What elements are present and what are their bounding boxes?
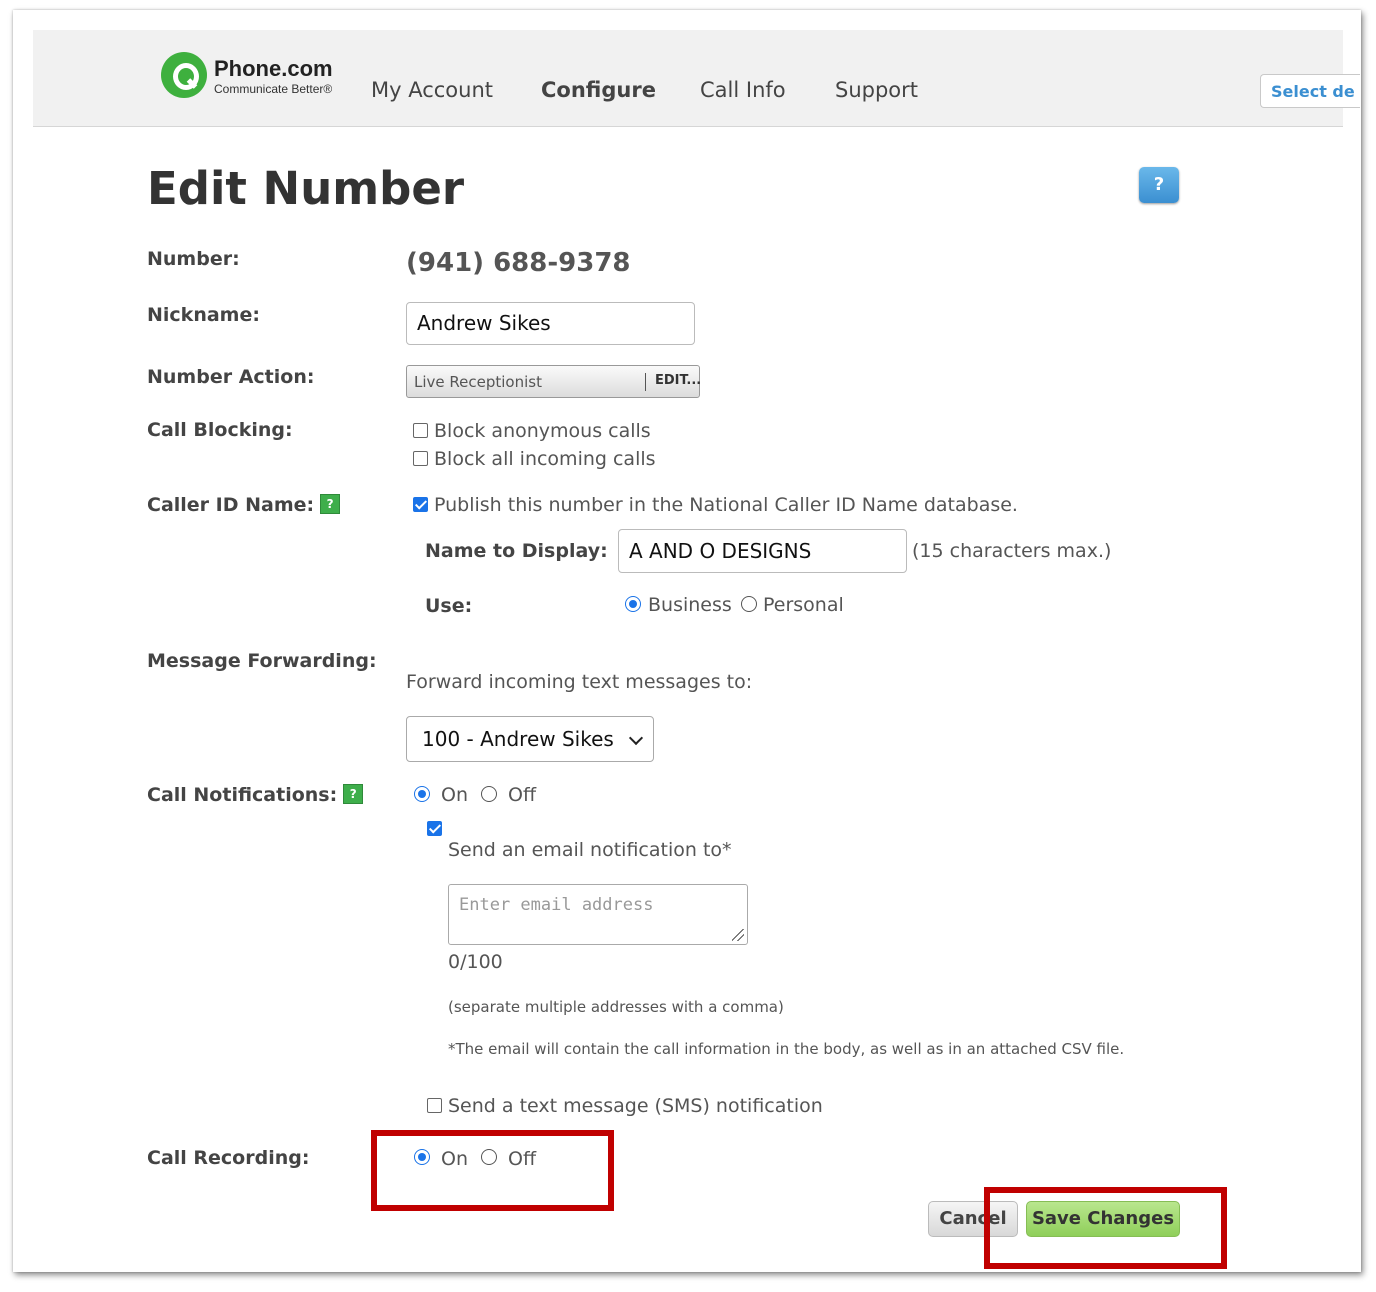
caller-id-label: Caller ID Name:? bbox=[147, 494, 341, 516]
notifications-on-label: On bbox=[441, 784, 468, 806]
name-to-display-input[interactable]: A AND O DESIGNS bbox=[618, 529, 907, 573]
chevron-down-icon bbox=[628, 730, 644, 746]
number-action-divider bbox=[645, 373, 646, 391]
block-all-checkbox[interactable] bbox=[413, 451, 428, 466]
email-notification-checkbox[interactable] bbox=[427, 821, 442, 836]
email-char-counter: 0/100 bbox=[448, 951, 503, 973]
nickname-input[interactable]: Andrew Sikes bbox=[406, 302, 695, 345]
use-personal-radio[interactable] bbox=[741, 596, 757, 612]
call-notifications-label-text: Call Notifications: bbox=[147, 784, 338, 806]
forward-select-value: 100 - Andrew Sikes bbox=[422, 727, 614, 751]
brand-name: Phone.com bbox=[214, 56, 333, 81]
use-business-label: Business bbox=[648, 594, 732, 616]
use-business-radio[interactable] bbox=[625, 596, 641, 612]
call-recording-highlight-box bbox=[371, 1130, 614, 1211]
call-notifications-label: Call Notifications:? bbox=[147, 784, 364, 806]
number-action-label: Number Action: bbox=[147, 366, 315, 388]
select-device-button[interactable]: Select de bbox=[1260, 74, 1360, 108]
caller-id-label-text: Caller ID Name: bbox=[147, 494, 315, 516]
sms-notification-label: Send a text message (SMS) notification bbox=[448, 1095, 823, 1117]
publish-caller-id-label: Publish this number in the National Call… bbox=[434, 494, 1018, 516]
save-changes-highlight-box bbox=[984, 1187, 1227, 1269]
notifications-off-label: Off bbox=[508, 784, 537, 806]
brand-tagline: Communicate Better® bbox=[214, 82, 333, 96]
use-personal-label: Personal bbox=[763, 594, 844, 616]
use-label: Use: bbox=[425, 595, 473, 617]
sms-notification-checkbox[interactable] bbox=[427, 1098, 442, 1113]
notifications-on-radio[interactable] bbox=[414, 786, 430, 802]
nav-support[interactable]: Support bbox=[835, 78, 918, 102]
nav-configure[interactable]: Configure bbox=[541, 78, 656, 102]
email-notification-label: Send an email notification to* bbox=[448, 839, 732, 861]
number-action-value: Live Receptionist bbox=[414, 373, 542, 391]
name-to-display-hint: (15 characters max.) bbox=[912, 540, 1112, 562]
help-button[interactable]: ? bbox=[1139, 167, 1179, 203]
nav-call-info[interactable]: Call Info bbox=[700, 78, 786, 102]
call-recording-label: Call Recording: bbox=[147, 1147, 310, 1169]
email-csv-note: *The email will contain the call informa… bbox=[448, 1040, 1125, 1058]
page-title: Edit Number bbox=[147, 162, 465, 215]
top-navigation-bar: Phone.com Communicate Better® My Account… bbox=[33, 30, 1360, 127]
notifications-off-radio[interactable] bbox=[481, 786, 497, 802]
block-anonymous-label: Block anonymous calls bbox=[434, 420, 651, 442]
number-label: Number: bbox=[147, 248, 240, 270]
call-notifications-help-icon[interactable]: ? bbox=[343, 784, 364, 804]
number-value: (941) 688-9378 bbox=[406, 248, 631, 278]
message-forwarding-label: Message Forwarding: bbox=[147, 650, 377, 672]
nickname-label: Nickname: bbox=[147, 304, 260, 326]
caller-id-help-icon[interactable]: ? bbox=[320, 494, 341, 514]
email-address-placeholder: Enter email address bbox=[459, 895, 654, 915]
block-anonymous-checkbox[interactable] bbox=[413, 423, 428, 438]
email-separator-hint: (separate multiple addresses with a comm… bbox=[448, 998, 784, 1016]
forward-prompt: Forward incoming text messages to: bbox=[406, 671, 753, 693]
app-window: Phone.com Communicate Better® My Account… bbox=[13, 10, 1361, 1272]
number-action-field[interactable]: Live Receptionist EDIT... bbox=[406, 365, 701, 398]
block-all-label: Block all incoming calls bbox=[434, 448, 656, 470]
name-to-display-label: Name to Display: bbox=[425, 540, 608, 562]
number-action-edit-button[interactable]: EDIT... bbox=[655, 373, 701, 388]
email-address-textarea[interactable]: Enter email address bbox=[448, 884, 748, 945]
forward-select[interactable]: 100 - Andrew Sikes bbox=[406, 716, 654, 762]
call-blocking-label: Call Blocking: bbox=[147, 419, 293, 441]
publish-caller-id-checkbox[interactable] bbox=[413, 497, 428, 512]
resize-handle-icon[interactable] bbox=[732, 929, 744, 941]
phone-com-logo-icon[interactable] bbox=[161, 52, 207, 98]
nav-my-account[interactable]: My Account bbox=[371, 78, 493, 102]
